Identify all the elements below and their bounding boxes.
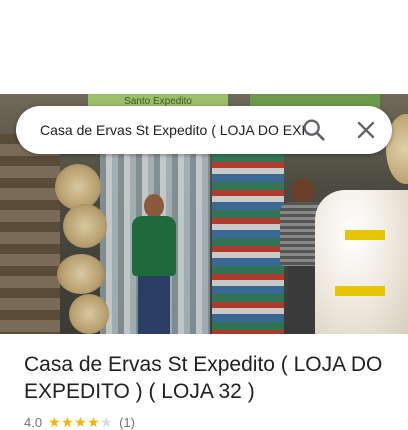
person-body	[132, 216, 176, 276]
rating-stars: ★ ★ ★ ★ ★	[48, 415, 113, 429]
bag-label	[345, 230, 385, 240]
baskets	[55, 164, 115, 334]
search-input[interactable]: Casa de Ervas St Expedito ( LOJA DO EXPE…	[40, 106, 304, 154]
person-head	[292, 178, 314, 204]
bag-label	[335, 286, 385, 296]
top-blank-area	[0, 0, 408, 94]
basket	[57, 254, 105, 294]
search-bar[interactable]: Casa de Ervas St Expedito ( LOJA DO EXPE…	[16, 106, 392, 154]
star-icon: ★	[74, 414, 87, 430]
person-left	[128, 194, 180, 334]
review-count: (1)	[119, 414, 135, 430]
rating-value: 4.0	[24, 414, 43, 430]
bags	[315, 190, 408, 334]
clear-search-button[interactable]	[352, 116, 380, 144]
basket	[55, 164, 101, 210]
close-icon	[357, 121, 375, 139]
person-head	[144, 194, 164, 218]
person-legs	[138, 276, 170, 334]
star-icon: ★	[48, 414, 61, 430]
search-button[interactable]	[300, 116, 328, 144]
basket	[69, 294, 109, 334]
shelf-left	[0, 134, 60, 334]
basket	[63, 204, 107, 248]
shelf-right	[212, 154, 284, 334]
star-icon: ★	[87, 414, 100, 430]
star-icon: ★	[61, 414, 74, 430]
star-icon: ★	[100, 414, 113, 430]
place-title: Casa de Ervas St Expedito ( LOJA DO EXPE…	[24, 353, 383, 403]
search-icon	[303, 119, 325, 141]
